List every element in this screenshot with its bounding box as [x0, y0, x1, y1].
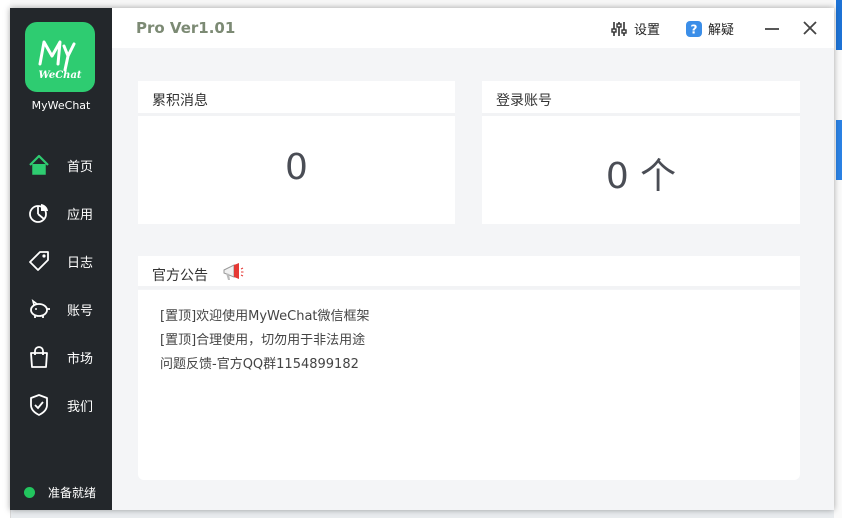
- accounts-card-title: 登录账号: [496, 93, 552, 109]
- svg-text:?: ?: [691, 22, 698, 36]
- sidebar-item-label: 市场: [67, 351, 94, 367]
- sidebar-item-market[interactable]: 市场: [10, 333, 112, 381]
- settings-button[interactable]: 设置: [610, 19, 660, 38]
- sidebar-item-about[interactable]: 我们: [10, 381, 112, 429]
- notice-line: [置顶]欢迎使用MyWeChat微信框架: [160, 309, 370, 324]
- status-indicator: 准备就绪: [24, 484, 96, 501]
- messages-card: 累积消息 0: [138, 81, 455, 224]
- app-window: WeChat MyWeChat 首页 应用 日志 账号 市场 我们 准备就绪 P…: [10, 8, 834, 510]
- notice-line: [置顶]合理使用，切勿用于非法用途: [160, 333, 366, 348]
- shield-check-icon: [27, 393, 51, 417]
- accounts-card: 登录账号 0 个: [482, 81, 800, 224]
- unlock-button[interactable]: ? 解疑: [686, 19, 734, 38]
- notice-title: 官方公告: [152, 268, 208, 284]
- close-icon: [803, 21, 817, 35]
- sidebar-item-accounts[interactable]: 账号: [10, 285, 112, 333]
- sidebar-item-label: 账号: [67, 303, 94, 319]
- megaphone-icon: [222, 262, 244, 286]
- sidebar-item-label: 应用: [67, 207, 94, 223]
- settings-label: 设置: [634, 23, 661, 38]
- messages-card-header: 累积消息: [138, 81, 455, 116]
- sidebar-item-label: 首页: [67, 159, 94, 175]
- help-icon: ?: [686, 20, 702, 37]
- sidebar-nav: 首页 应用 日志 账号 市场 我们: [10, 141, 112, 429]
- sliders-icon: [610, 20, 628, 38]
- minimize-icon: [765, 28, 779, 30]
- notice-line: 问题反馈-官方QQ群1154899182: [160, 357, 359, 372]
- notice-header: 官方公告: [138, 256, 800, 289]
- accounts-count: 0 个: [605, 156, 677, 197]
- minimize-button[interactable]: [762, 18, 782, 38]
- messages-card-title: 累积消息: [152, 93, 208, 109]
- status-text: 准备就绪: [48, 486, 97, 500]
- unlock-label: 解疑: [708, 23, 735, 38]
- messages-count: 0: [285, 147, 308, 188]
- background-window-edge-right: [834, 0, 842, 518]
- brand-name: MyWeChat: [31, 99, 91, 112]
- sidebar-item-logs[interactable]: 日志: [10, 237, 112, 285]
- logo-my-glyph: [38, 40, 76, 71]
- notice-body: [置顶]欢迎使用MyWeChat微信框架 [置顶]合理使用，切勿用于非法用途 问…: [138, 290, 800, 480]
- close-button[interactable]: [800, 18, 820, 38]
- sidebar-item-home[interactable]: 首页: [10, 141, 112, 189]
- notice-panel: 官方公告 [置顶]欢迎使用MyWeChat微信框架 [置顶]合理使用，切勿用于非…: [138, 256, 800, 480]
- tag-icon: [27, 249, 51, 273]
- logo-text: WeChat: [38, 69, 82, 81]
- home-icon: [27, 153, 51, 177]
- app-version: Pro Ver1.01: [136, 19, 236, 37]
- app-logo: WeChat: [25, 22, 95, 92]
- sidebar-item-apps[interactable]: 应用: [10, 189, 112, 237]
- piggy-bank-icon: [27, 297, 51, 321]
- pie-chart-icon: [27, 201, 51, 225]
- sidebar: WeChat MyWeChat 首页 应用 日志 账号 市场 我们 准备就绪: [10, 8, 112, 510]
- background-window-top: [10, 0, 834, 8]
- sidebar-item-label: 我们: [67, 399, 94, 415]
- shopping-bag-icon: [27, 345, 51, 369]
- title-bar: Pro Ver1.01 设置 ? 解疑: [112, 8, 834, 48]
- accounts-card-header: 登录账号: [482, 81, 800, 116]
- status-dot: [24, 487, 35, 498]
- sidebar-item-label: 日志: [67, 255, 94, 271]
